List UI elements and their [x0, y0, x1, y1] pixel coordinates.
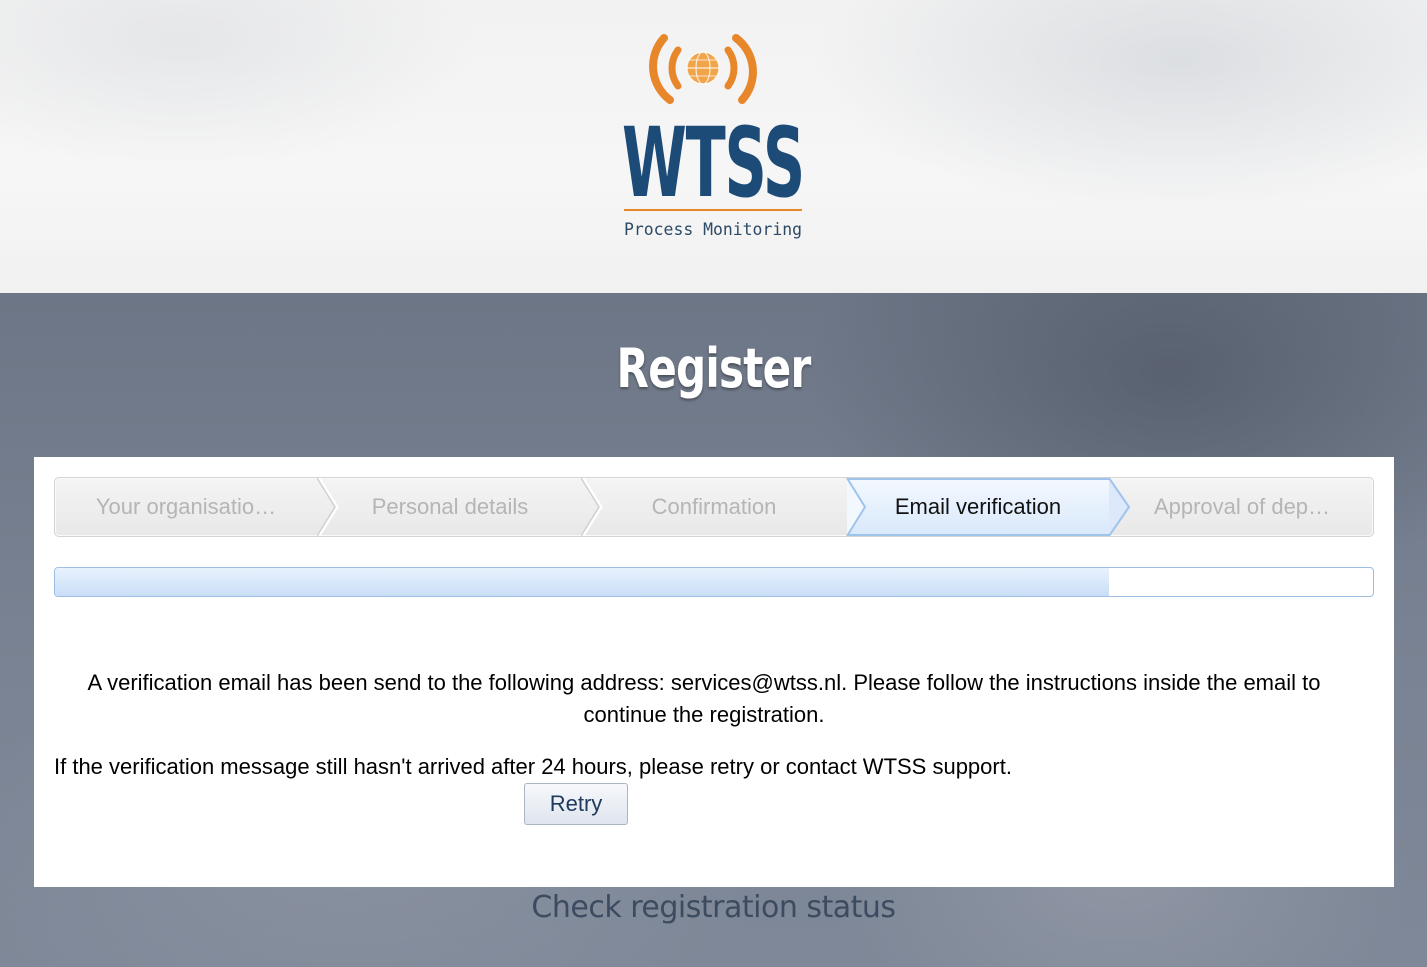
logo-title: WTSS — [622, 107, 804, 219]
signal-icon — [649, 34, 757, 104]
step-approval[interactable]: Approval of dep… — [1111, 478, 1373, 536]
retry-hint-message: If the verification message still hasn't… — [54, 754, 1012, 779]
progress-fill — [55, 568, 1110, 596]
wizard-steps: Your organisatio… Personal details Confi… — [54, 477, 1374, 537]
page: WTSS Process Monitoring Register Your or… — [0, 0, 1427, 967]
step-confirmation[interactable]: Confirmation — [583, 478, 845, 536]
verification-message: A verification email has been send to th… — [87, 670, 1321, 727]
header: WTSS Process Monitoring — [0, 0, 1427, 293]
page-title: Register — [616, 337, 812, 400]
registration-panel: Your organisatio… Personal details Confi… — [34, 457, 1394, 887]
logo-subtitle: Process Monitoring — [624, 220, 802, 240]
progress-bar — [54, 567, 1374, 597]
retry-button[interactable]: Retry — [524, 783, 628, 825]
step-personal-details[interactable]: Personal details — [319, 478, 581, 536]
check-registration-status-link[interactable]: Check registration status — [0, 890, 1427, 925]
step-email-verification[interactable]: Email verification — [847, 478, 1109, 536]
step-organisation[interactable]: Your organisatio… — [55, 478, 317, 536]
wtss-logo: WTSS Process Monitoring — [622, 34, 806, 240]
